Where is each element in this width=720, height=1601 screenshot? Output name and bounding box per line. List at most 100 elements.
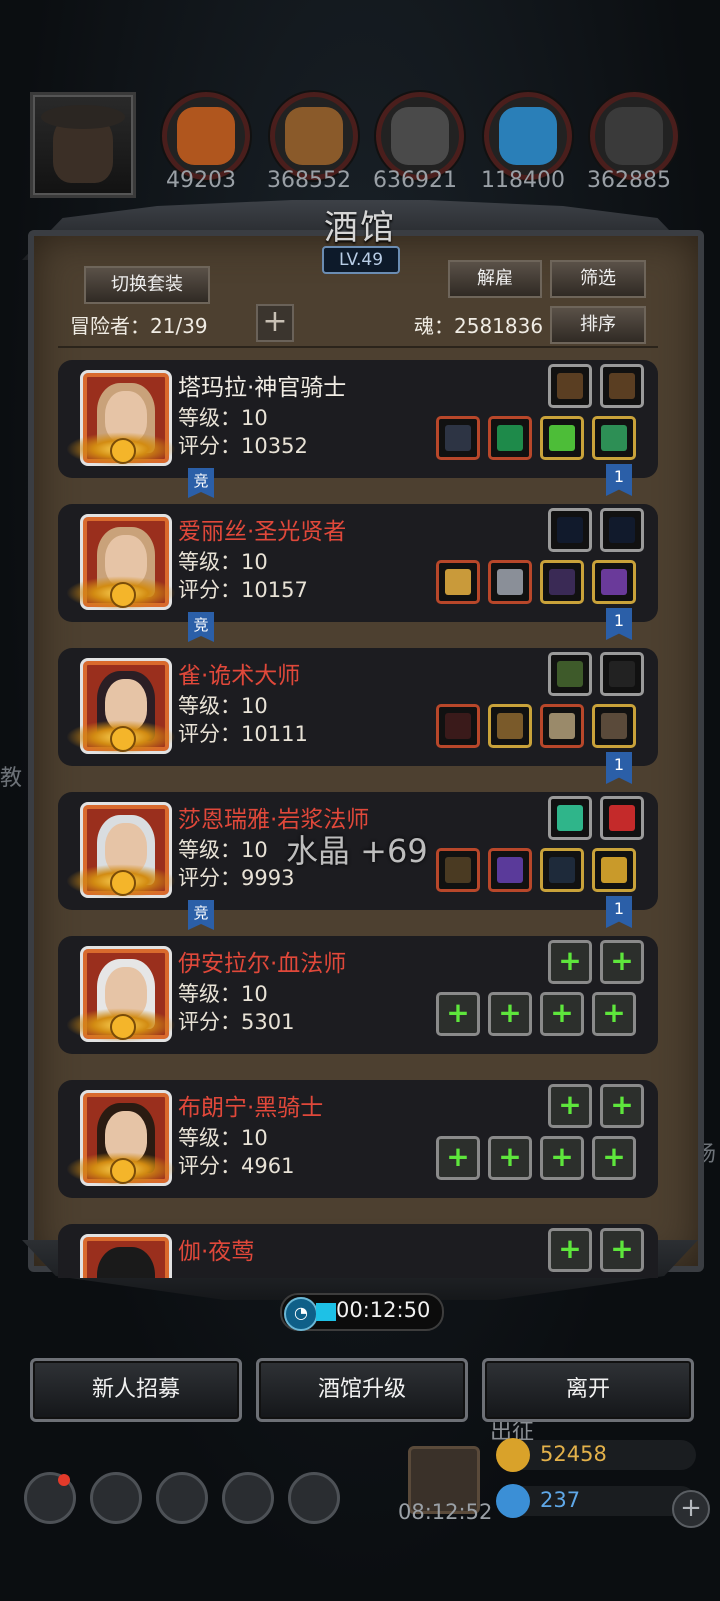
- iron-count: 636921: [373, 168, 457, 193]
- bow-icon[interactable]: [548, 508, 592, 552]
- gold-icon: [496, 1438, 530, 1472]
- spear-icon[interactable]: [436, 416, 480, 460]
- hero-card[interactable]: 塔玛拉·神官骑士 等级：10 评分：10352: [58, 360, 658, 478]
- add-equip-icon[interactable]: +: [548, 940, 592, 984]
- crystal-icon[interactable]: [484, 92, 572, 180]
- hero-level: 等级：10: [178, 838, 268, 862]
- add-equip-icon[interactable]: +: [548, 1084, 592, 1128]
- add-weapon-icon[interactable]: +: [436, 992, 480, 1036]
- leave-button[interactable]: 离开: [482, 1358, 694, 1422]
- add-accessory-icon[interactable]: +: [540, 1136, 584, 1180]
- adventurer-count: 冒险者：21/39: [70, 314, 208, 338]
- wood-count: 368552: [267, 168, 351, 193]
- divider: [58, 346, 658, 348]
- add-weapon-icon[interactable]: +: [436, 1136, 480, 1180]
- hero-level: 等级：10: [178, 1126, 268, 1150]
- resource-image: [177, 107, 235, 165]
- staff-icon[interactable]: [436, 848, 480, 892]
- recruit-button[interactable]: 新人招募: [30, 1358, 242, 1422]
- star-icon: [110, 582, 136, 608]
- mask-icon[interactable]: [592, 704, 636, 748]
- hero-score: 评分：10352: [178, 434, 308, 458]
- switch-outfit-button[interactable]: 切换套装: [84, 266, 210, 304]
- page-title: 酒馆: [324, 208, 396, 248]
- gem-icon[interactable]: [592, 416, 636, 460]
- wand-icon[interactable]: [540, 560, 584, 604]
- blade-icon[interactable]: [600, 652, 644, 696]
- crossbow-icon[interactable]: [548, 364, 592, 408]
- add-equip-icon[interactable]: +: [548, 1228, 592, 1272]
- hero-score: 评分：9993: [178, 866, 295, 890]
- expand-slots-button[interactable]: +: [256, 304, 294, 342]
- hammer-icon[interactable]: [436, 560, 480, 604]
- amulet-icon[interactable]: [540, 704, 584, 748]
- stone-icon[interactable]: [590, 92, 678, 180]
- hero-score: 评分：10111: [178, 722, 308, 746]
- achievement-icon[interactable]: [90, 1472, 142, 1524]
- quest-icon[interactable]: [156, 1472, 208, 1524]
- mail-icon[interactable]: [222, 1472, 274, 1524]
- guild-icon[interactable]: [288, 1472, 340, 1524]
- ring-icon[interactable]: [592, 848, 636, 892]
- filter-button[interactable]: 筛选: [550, 260, 646, 298]
- sort-button[interactable]: 排序: [550, 306, 646, 344]
- add-equip-icon[interactable]: +: [600, 1084, 644, 1128]
- crossbow-icon[interactable]: [600, 364, 644, 408]
- resource-bar: 49203 368552 636921 118400 362885: [30, 88, 710, 198]
- arena-tag: 竞: [188, 612, 214, 642]
- add-currency-button[interactable]: +: [672, 1490, 710, 1528]
- gem-icon[interactable]: [540, 416, 584, 460]
- armor-icon[interactable]: [488, 848, 532, 892]
- hero-card[interactable]: 爱丽丝·圣光贤者 等级：10 评分：10157: [58, 504, 658, 622]
- add-accessory-icon[interactable]: +: [592, 992, 636, 1036]
- lantern-icon[interactable]: [548, 652, 592, 696]
- hero-card[interactable]: 雀·诡术大师 等级：10 评分：10111: [58, 648, 658, 766]
- hero-score: 评分：10157: [178, 578, 308, 602]
- add-accessory-icon[interactable]: +: [540, 992, 584, 1036]
- star-icon: [110, 438, 136, 464]
- hero-list[interactable]: 塔玛拉·神官骑士 等级：10 评分：10352 竞 1 爱丽丝·圣光贤者 等级：…: [58, 360, 658, 1278]
- star-icon: [110, 870, 136, 896]
- hero-name: 塔玛拉·神官骑士: [178, 375, 347, 401]
- dismiss-button[interactable]: 解雇: [448, 260, 542, 298]
- armor-icon[interactable]: [488, 416, 532, 460]
- resource-image: [605, 107, 663, 165]
- arena-tag: 竞: [188, 900, 214, 930]
- hero-card[interactable]: 伊安拉尔·血法师 等级：10 评分：5301 + + + + + +: [58, 936, 658, 1054]
- rank-tag: 1: [606, 464, 632, 496]
- gem-icon[interactable]: [548, 796, 592, 840]
- hero-name: 伽·夜莺: [178, 1239, 255, 1265]
- reward-popup-text: 水晶 +69: [286, 832, 428, 870]
- hero-name: 爱丽丝·圣光贤者: [178, 519, 347, 545]
- ring-icon[interactable]: [592, 560, 636, 604]
- hero-card[interactable]: 伽·夜莺 + +: [58, 1224, 658, 1278]
- gem-value: 237: [540, 1488, 581, 1512]
- armor-icon[interactable]: [488, 704, 532, 748]
- add-accessory-icon[interactable]: +: [592, 1136, 636, 1180]
- rank-tag: 1: [606, 752, 632, 784]
- hero-level: 等级：10: [178, 406, 268, 430]
- star-icon: [110, 1014, 136, 1040]
- add-equip-icon[interactable]: +: [600, 940, 644, 984]
- dagger-icon[interactable]: [540, 848, 584, 892]
- hero-score: 评分：4961: [178, 1154, 295, 1178]
- sword-icon[interactable]: [436, 704, 480, 748]
- add-armor-icon[interactable]: +: [488, 992, 532, 1036]
- gem-icon[interactable]: [600, 796, 644, 840]
- upgrade-tavern-button[interactable]: 酒馆升级: [256, 1358, 468, 1422]
- wood-icon[interactable]: [270, 92, 358, 180]
- arena-tag: 竞: [188, 468, 214, 498]
- timer-text: 00:12:50: [336, 1298, 431, 1322]
- iron-icon[interactable]: [376, 92, 464, 180]
- level-badge: LV.49: [322, 246, 400, 274]
- gold-pill: 52458: [496, 1438, 696, 1472]
- portrait-hair: [97, 1247, 155, 1278]
- ore-icon[interactable]: [162, 92, 250, 180]
- hero-name: 布朗宁·黑骑士: [178, 1095, 324, 1121]
- armor-icon[interactable]: [488, 560, 532, 604]
- add-armor-icon[interactable]: +: [488, 1136, 532, 1180]
- add-equip-icon[interactable]: +: [600, 1228, 644, 1272]
- player-avatar[interactable]: [30, 92, 136, 198]
- bow-icon[interactable]: [600, 508, 644, 552]
- hero-card[interactable]: 布朗宁·黑骑士 等级：10 评分：4961 + + + + + +: [58, 1080, 658, 1198]
